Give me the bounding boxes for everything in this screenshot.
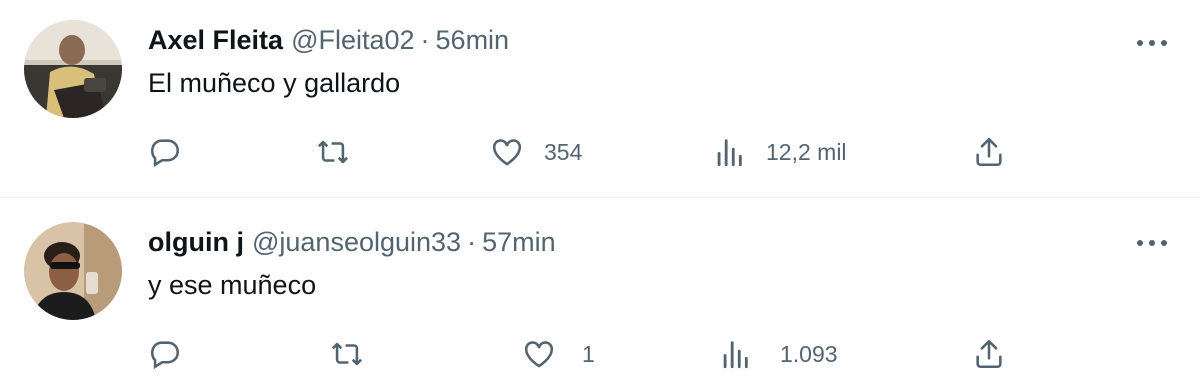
action-bar: 354 12,2 mil	[0, 132, 1200, 172]
reply-icon	[150, 341, 180, 370]
tweet[interactable]: Axel Fleita @Fleita02 · 56min El muñeco …	[0, 0, 1200, 198]
tweet-text: El muñeco y gallardo	[148, 68, 401, 98]
avatar[interactable]	[24, 222, 122, 320]
share-icon	[976, 137, 1002, 167]
more-options-button[interactable]	[1132, 228, 1172, 258]
like-count: 1	[582, 340, 595, 367]
views-button[interactable]: 1.093	[718, 334, 838, 374]
tweet[interactable]: olguin j @juanseolguin33 · 57min y ese m…	[0, 198, 1200, 384]
view-count: 1.093	[780, 340, 838, 367]
views-icon	[717, 139, 742, 167]
share-icon	[976, 339, 1002, 369]
display-name[interactable]: Axel Fleita	[148, 25, 283, 56]
more-options-button[interactable]	[1132, 28, 1172, 58]
avatar-photo	[24, 222, 122, 320]
reply-button[interactable]	[148, 132, 182, 172]
view-count: 12,2 mil	[766, 138, 847, 165]
views-icon	[723, 341, 748, 369]
user-handle[interactable]: @juanseolguin33	[252, 227, 461, 258]
tweet-header: olguin j @juanseolguin33 · 57min	[148, 222, 556, 262]
retweet-icon	[317, 140, 349, 164]
more-icon	[1137, 40, 1167, 46]
share-button[interactable]	[972, 334, 1006, 374]
retweet-icon	[331, 342, 363, 366]
user-handle[interactable]: @Fleita02	[291, 25, 414, 56]
share-button[interactable]	[972, 132, 1006, 172]
retweet-button[interactable]	[316, 132, 350, 172]
avatar-photo	[24, 20, 122, 118]
retweet-button[interactable]	[330, 334, 364, 374]
timestamp[interactable]: 56min	[436, 25, 510, 56]
heart-icon	[524, 341, 554, 368]
views-button[interactable]: 12,2 mil	[712, 132, 847, 172]
tweet-header: Axel Fleita @Fleita02 · 56min	[148, 20, 509, 60]
like-button[interactable]: 354	[490, 132, 582, 172]
timestamp[interactable]: 57min	[482, 227, 556, 258]
separator: ·	[420, 24, 430, 55]
like-button[interactable]: 1	[522, 334, 595, 374]
tweet-text: y ese muñeco	[148, 270, 317, 300]
reply-button[interactable]	[148, 334, 182, 374]
avatar[interactable]	[24, 20, 122, 118]
like-count: 354	[544, 138, 583, 165]
more-icon	[1137, 240, 1167, 246]
heart-icon	[492, 139, 522, 166]
separator: ·	[467, 226, 477, 257]
action-bar: 1 1.093	[0, 334, 1200, 374]
reply-icon	[150, 139, 180, 168]
display-name[interactable]: olguin j	[148, 227, 244, 258]
